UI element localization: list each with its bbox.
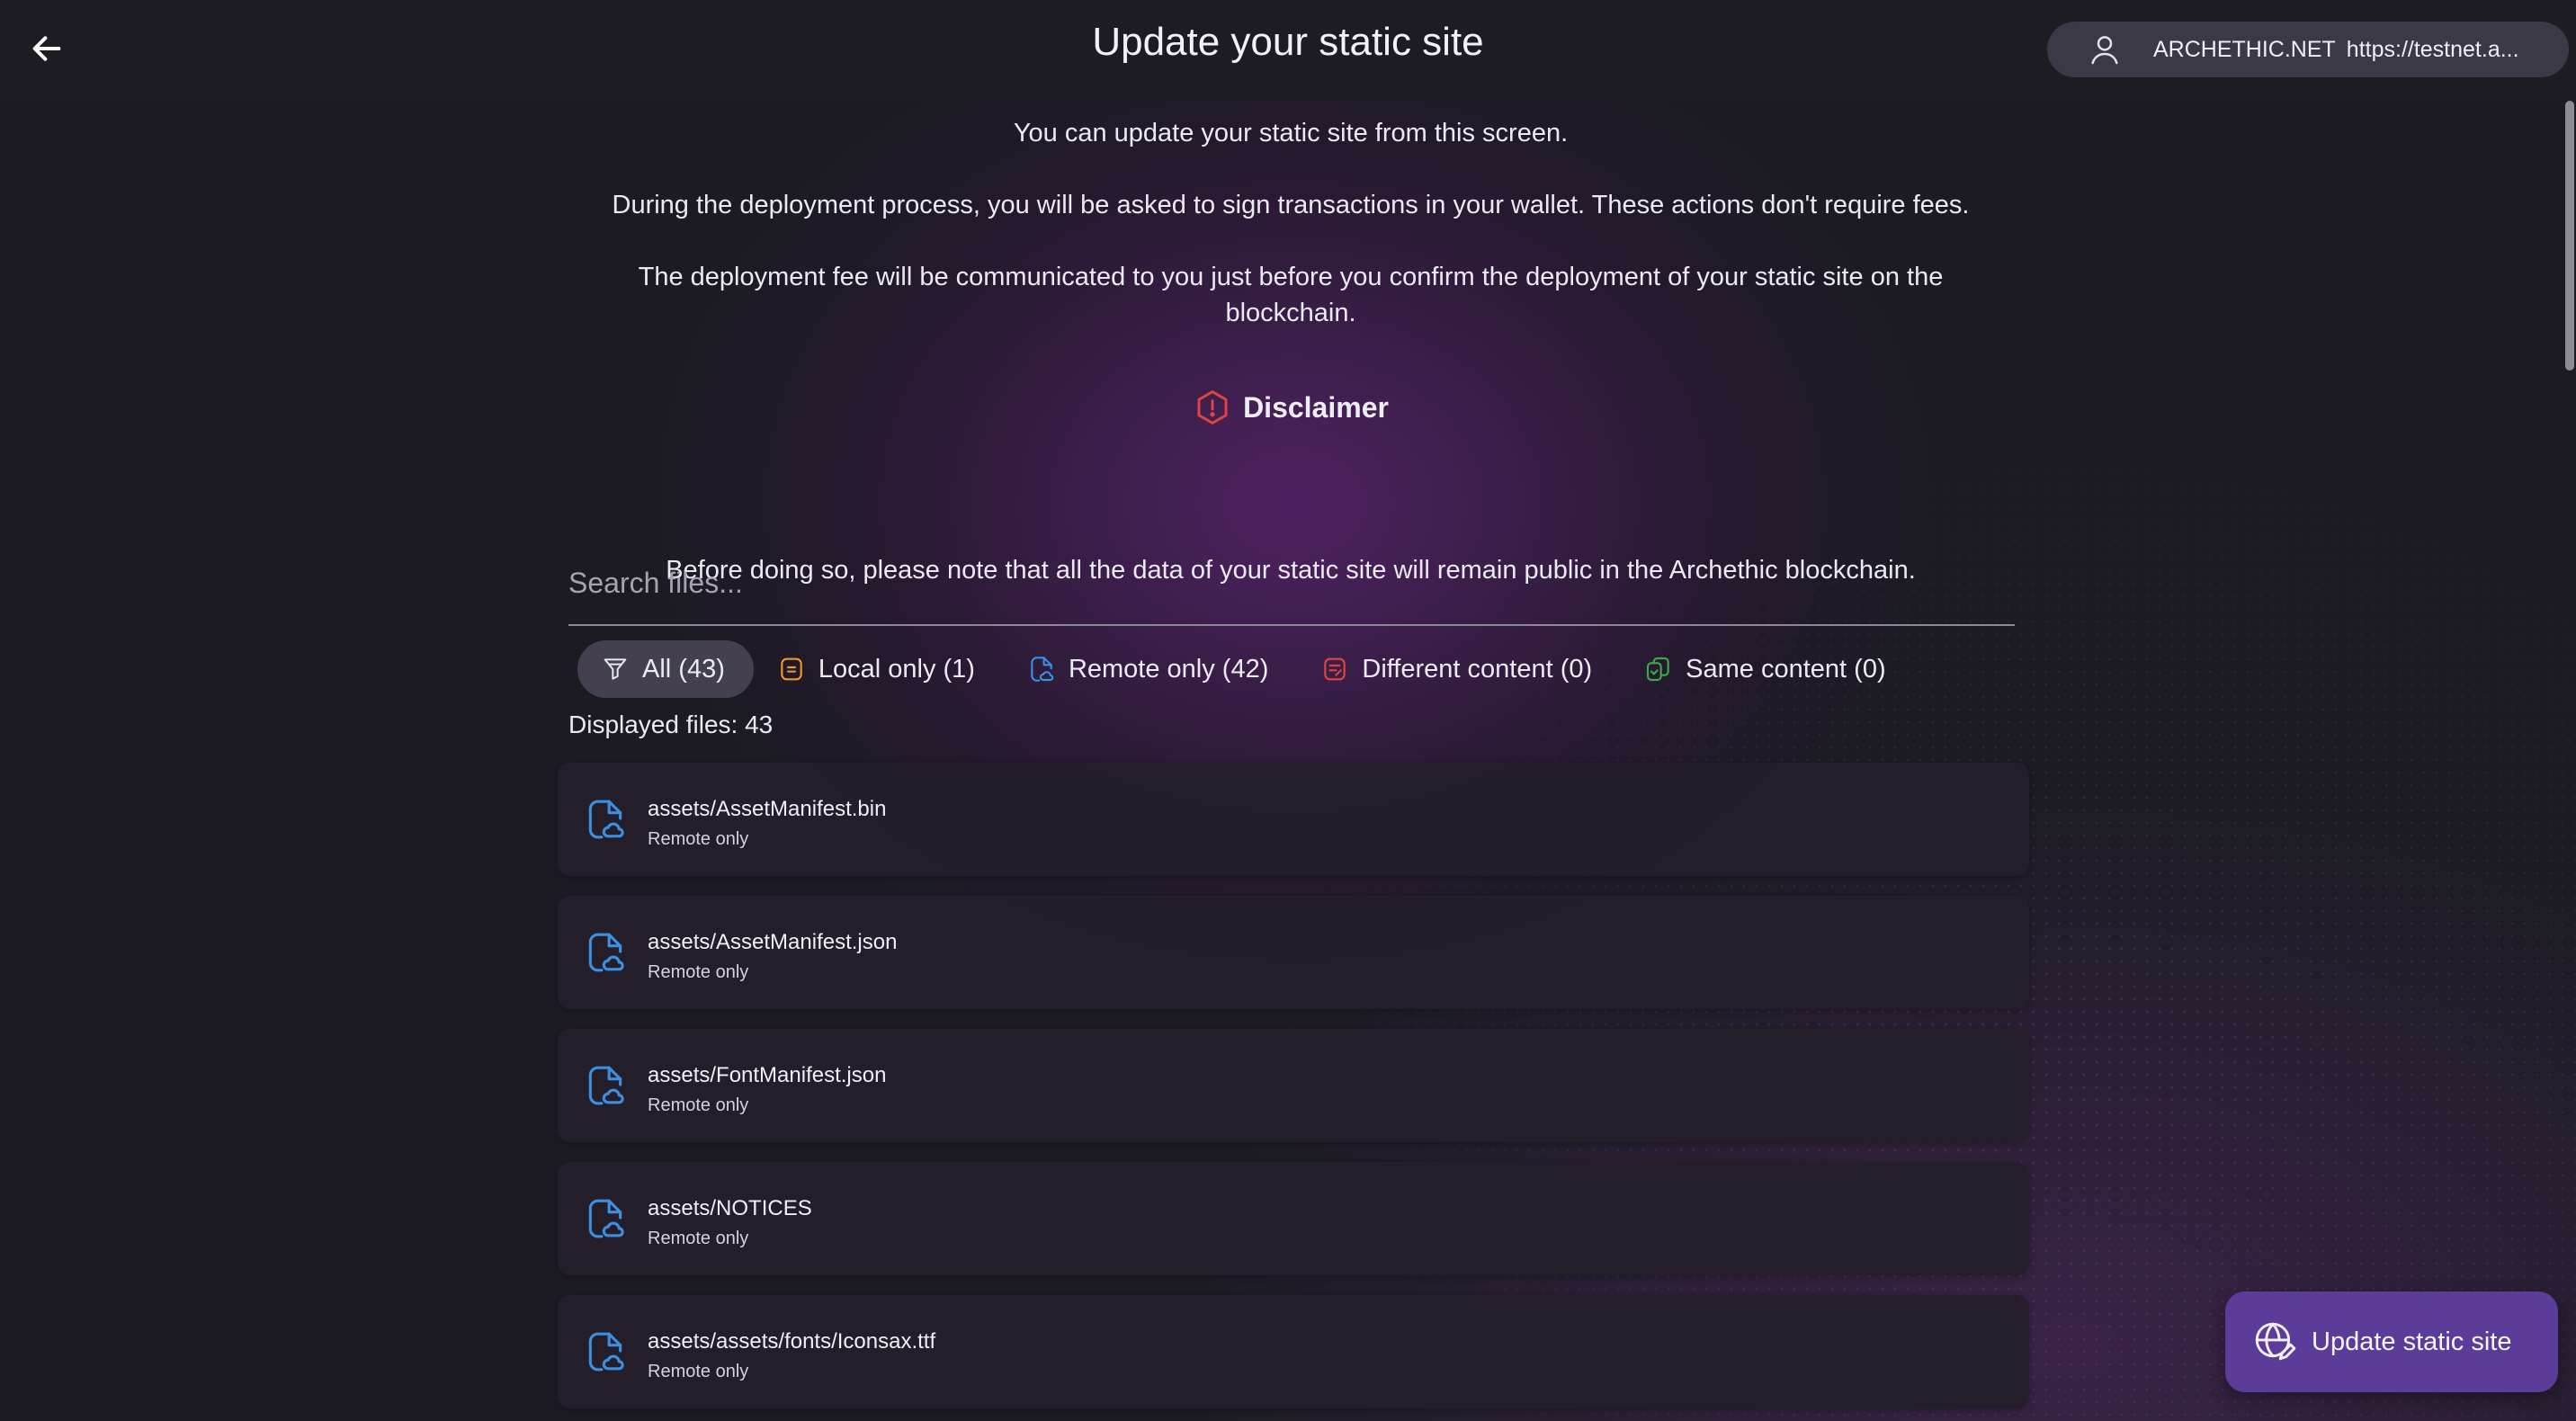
intro-line-1: You can update your static site from thi…	[1013, 119, 1569, 147]
remote-file-icon	[588, 800, 624, 839]
update-static-site-button[interactable]: Update static site	[2225, 1291, 2558, 1392]
file-status: Remote only	[648, 1229, 749, 1248]
file-list-item[interactable]: assets/AssetManifest.bin Remote only	[558, 763, 2029, 876]
scrollbar-thumb[interactable]	[2565, 101, 2574, 371]
filter-icon	[604, 658, 627, 680]
file-status: Remote only	[648, 829, 749, 849]
filter-remote-only-label: Remote only (42)	[1068, 654, 1269, 684]
filter-different-content-label: Different content (0)	[1362, 654, 1593, 684]
filter-same-content[interactable]: Same content (0)	[1621, 640, 1914, 698]
remote-file-icon	[1031, 657, 1054, 682]
remote-file-icon	[588, 933, 624, 972]
local-file-icon	[781, 657, 802, 681]
user-icon	[2091, 36, 2118, 65]
file-status: Remote only	[648, 1095, 749, 1115]
file-name: assets/NOTICES	[648, 1196, 812, 1220]
remote-file-icon	[588, 1199, 624, 1238]
account-label: ARCHETHIC.NET https://testnet.a...	[2153, 37, 2519, 63]
file-status: Remote only	[648, 962, 749, 982]
account-endpoint: https://testnet.a...	[2346, 36, 2519, 62]
search-input[interactable]	[568, 556, 2015, 610]
filter-different-content[interactable]: Different content (0)	[1297, 640, 1621, 698]
filter-local-only-label: Local only (1)	[818, 654, 975, 684]
file-list-item[interactable]: assets/assets/fonts/Iconsax.ttf Remote o…	[558, 1295, 2029, 1408]
app-window: Update your static site ARCHETHIC.NET htt…	[0, 0, 2576, 1421]
intro-line-3: The deployment fee will be communicated …	[638, 263, 1944, 327]
account-network: ARCHETHIC.NET	[2153, 36, 2336, 62]
file-name: assets/AssetManifest.json	[648, 930, 898, 954]
disclaimer-heading: Disclaimer	[558, 387, 2024, 428]
file-list-item[interactable]: assets/NOTICES Remote only	[558, 1162, 2029, 1275]
globe-edit-icon	[2255, 1322, 2296, 1361]
remote-file-icon	[588, 1332, 624, 1372]
file-name: assets/AssetManifest.bin	[648, 797, 887, 821]
file-list-item[interactable]: assets/AssetManifest.json Remote only	[558, 896, 2029, 1009]
file-status: Remote only	[648, 1362, 749, 1381]
update-static-site-label: Update static site	[2312, 1327, 2512, 1356]
filter-chips: All (43) Local only (1) Remote only (42)…	[577, 640, 1915, 698]
file-list-item[interactable]: assets/FontManifest.json Remote only	[558, 1029, 2029, 1142]
different-file-icon	[1324, 657, 1346, 681]
filter-same-content-label: Same content (0)	[1686, 654, 1886, 684]
filter-local-only[interactable]: Local only (1)	[754, 640, 1004, 698]
disclaimer-title: Disclaimer	[1243, 390, 1389, 424]
displayed-files-count: Displayed files: 43	[568, 710, 774, 738]
file-name: assets/FontManifest.json	[648, 1063, 887, 1087]
intro-line-2: During the deployment process, you will …	[612, 191, 1970, 219]
account-selector[interactable]: ARCHETHIC.NET https://testnet.a...	[2047, 22, 2569, 77]
search-field	[568, 556, 2015, 626]
filter-all[interactable]: All (43)	[577, 640, 754, 698]
remote-file-icon	[588, 1066, 624, 1105]
top-bar: Update your static site ARCHETHIC.NET htt…	[0, 0, 2576, 99]
file-name: assets/assets/fonts/Iconsax.ttf	[648, 1329, 936, 1354]
filter-all-label: All (43)	[642, 654, 725, 684]
filter-remote-only[interactable]: Remote only (42)	[1004, 640, 1297, 698]
warning-hexagon-icon	[1197, 390, 1228, 425]
same-file-icon	[1647, 657, 1669, 682]
